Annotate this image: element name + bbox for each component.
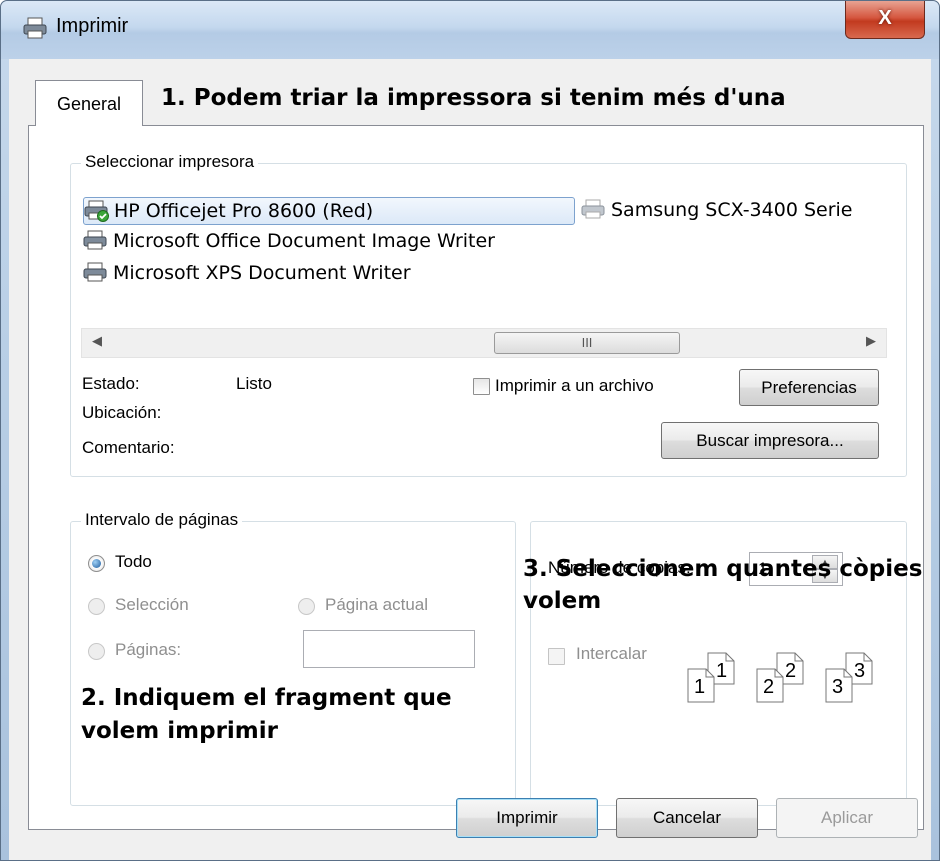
radio-selection-label[interactable]: Selección <box>115 595 189 615</box>
printer-icon <box>23 17 47 39</box>
select-printer-group: Seleccionar impresora HP Officejet Pro 8… <box>70 152 907 477</box>
annotation-2: 2. Indiquem el fragment que volem imprim… <box>81 682 452 748</box>
tab-general[interactable]: General <box>35 80 143 126</box>
page-range-legend: Intervalo de páginas <box>81 510 243 530</box>
printer-name: Microsoft Office Document Image Writer <box>113 230 495 252</box>
status-label: Estado: <box>82 374 140 393</box>
printer-icon <box>83 262 109 284</box>
dialog-body: General 1. Podem triar la impressora si … <box>9 59 931 860</box>
collate-pages-icon-3: 3 3 <box>824 652 882 704</box>
page-range-group: Intervalo de páginas Todo Selección Pági… <box>70 510 516 806</box>
collate-page-number: 1 <box>716 660 728 682</box>
printer-icon <box>83 230 109 252</box>
annotation-2-line2: volem imprimir <box>81 718 278 744</box>
print-to-file-checkbox[interactable] <box>473 378 490 395</box>
select-printer-legend: Seleccionar impresora <box>81 152 259 172</box>
printer-item-hp[interactable]: HP Officejet Pro 8600 (Red) <box>83 197 575 225</box>
tab-page-general: Seleccionar impresora HP Officejet Pro 8… <box>28 125 924 830</box>
collate-page-number: 2 <box>763 676 775 698</box>
grip-icon: III <box>581 335 593 350</box>
title-bar[interactable]: Imprimir X <box>1 1 939 59</box>
annotation-3-line2: volem <box>523 588 602 614</box>
scroll-right-icon[interactable]: ▶ <box>866 333 876 349</box>
printer-item-office-image-writer[interactable]: Microsoft Office Document Image Writer <box>83 230 495 252</box>
collate-pages-icon-2: 2 2 <box>755 652 813 704</box>
printer-default-icon <box>84 200 110 222</box>
comment-label: Comentario: <box>82 438 175 457</box>
collate-page-number: 3 <box>854 660 866 682</box>
printer-icon <box>581 199 607 221</box>
collate-pages-icon-1: 1 1 <box>686 652 744 704</box>
radio-pages-label[interactable]: Páginas: <box>115 640 181 660</box>
print-dialog-window: Imprimir X General 1. Podem triar la imp… <box>0 0 940 861</box>
printer-item-samsung[interactable]: Samsung SCX-3400 Serie <box>581 199 852 221</box>
pages-input[interactable] <box>303 630 475 668</box>
collate-page-number: 3 <box>832 676 844 698</box>
annotation-3-line1: 3. Seleccionem quantes còpies <box>523 556 923 582</box>
location-label: Ubicación: <box>82 403 162 422</box>
radio-current-page-label[interactable]: Página actual <box>325 595 428 615</box>
window-title: Imprimir <box>56 15 129 37</box>
collate-page-number: 1 <box>694 676 706 698</box>
printer-list-scrollbar[interactable]: ◀ III ▶ <box>81 328 887 358</box>
radio-selection[interactable] <box>88 598 105 615</box>
print-to-file-label[interactable]: Imprimir a un archivo <box>495 376 654 396</box>
radio-pages[interactable] <box>88 643 105 660</box>
scroll-thumb[interactable]: III <box>494 332 680 354</box>
cancel-button[interactable]: Cancelar <box>616 798 758 838</box>
radio-all-label[interactable]: Todo <box>115 552 152 572</box>
scroll-left-icon[interactable]: ◀ <box>92 333 102 349</box>
radio-current-page[interactable] <box>298 598 315 615</box>
print-button[interactable]: Imprimir <box>456 798 598 838</box>
apply-button[interactable]: Aplicar <box>776 798 918 838</box>
annotation-1: 1. Podem triar la impressora si tenim mé… <box>161 85 786 111</box>
radio-all[interactable] <box>88 555 105 572</box>
close-button[interactable]: X <box>845 1 925 39</box>
status-value: Listo <box>236 374 272 393</box>
collate-page-number: 2 <box>785 660 797 682</box>
collate-checkbox[interactable] <box>548 648 565 665</box>
close-icon: X <box>878 7 892 29</box>
preferences-button[interactable]: Preferencias <box>739 369 879 406</box>
printer-item-xps-writer[interactable]: Microsoft XPS Document Writer <box>83 262 411 284</box>
printer-name: HP Officejet Pro 8600 (Red) <box>114 200 374 222</box>
annotation-3: 3. Seleccionem quantes còpies volem <box>523 553 922 617</box>
collate-label[interactable]: Intercalar <box>576 644 647 664</box>
printer-name: Samsung SCX-3400 Serie <box>611 199 853 221</box>
annotation-2-line1: 2. Indiquem el fragment que <box>81 685 452 711</box>
find-printer-button[interactable]: Buscar impresora... <box>661 422 879 459</box>
printer-name: Microsoft XPS Document Writer <box>113 262 411 284</box>
